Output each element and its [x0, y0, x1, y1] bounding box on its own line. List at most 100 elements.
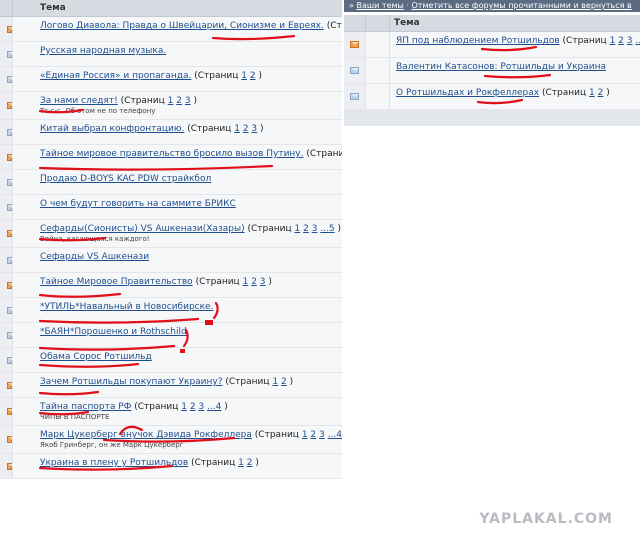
topic-pages: (Страниц 1 2 3 ) [120, 96, 198, 106]
page-link[interactable]: 1 [302, 430, 308, 440]
table-row: О чем будут говорить на саммите БРИКС [0, 195, 342, 220]
table-row: Продаю D-BOYS KAC PDW страйкбол [0, 170, 342, 195]
table-row: Сефарды(Сионисты) VS Ашкенази(Хазары) (С… [0, 220, 342, 248]
page-link[interactable]: ...5 [635, 36, 640, 46]
page-link[interactable]: ...4 [328, 430, 342, 440]
page-link[interactable]: 1 [610, 36, 616, 46]
page-link[interactable]: 3 [627, 36, 633, 46]
page-link[interactable]: 2 [618, 36, 624, 46]
topic-status-icon [7, 153, 16, 161]
table-row: О Ротшильдах и Рокфеллерах (Страниц 1 2 … [344, 84, 640, 110]
page-link[interactable]: 1 [243, 277, 249, 287]
watermark-logo: YAPLAKAL.COM [479, 511, 613, 527]
topic-link[interactable]: Тайное Мировое Правительство [40, 277, 193, 287]
topic-link[interactable]: Продаю D-BOYS KAC PDW страйкбол [40, 174, 211, 184]
page-link[interactable]: 1 [238, 458, 244, 468]
page-link[interactable]: 1 [294, 224, 300, 234]
table-header: Тема [344, 15, 640, 32]
topic-pages: (Страниц 1 2 3 ) [195, 277, 272, 287]
topic-link[interactable]: Сефарды VS Ашкенази [40, 252, 149, 262]
page-link[interactable]: ...5 [320, 224, 334, 234]
topic-pages: (Страниц [324, 21, 342, 31]
topic-link[interactable]: *УТИЛЬ*Навальный в Новосибирске. [40, 302, 213, 312]
topic-link[interactable]: Тайное мировое правительство бросило выз… [40, 149, 304, 159]
topic-status-icon [350, 93, 359, 100]
pages-label: (Страниц [134, 402, 179, 412]
topic-link[interactable]: О Ротшильдах и Рокфеллерах [396, 88, 539, 98]
page-link[interactable]: 1 [168, 96, 174, 106]
topic-description: Война, касающаяся каждого! [40, 235, 150, 243]
page-link[interactable]: 3 [251, 124, 257, 134]
table-row: Зачем Ротшильды покупают Украину? (Стран… [0, 373, 342, 398]
topic-link[interactable]: Тайна паспорта РФ [40, 402, 131, 412]
page-link[interactable]: ...4 [207, 402, 221, 412]
topic-status-icon [7, 331, 16, 339]
topic-link[interactable]: Обама Сорос Ротшильд [40, 352, 152, 362]
topic-link[interactable]: *БАЯН*Порошенко и Rothschild [40, 327, 187, 337]
topic-status-icon [7, 25, 16, 33]
page-link[interactable]: 2 [598, 88, 604, 98]
breadcrumb-bullet: » [349, 1, 354, 10]
page-link[interactable]: 2 [247, 458, 253, 468]
table-row: ЯП под наблюдением Ротшильдов (Страниц 1… [344, 32, 640, 58]
page-link[interactable]: 3 [260, 277, 266, 287]
page-link[interactable]: 1 [181, 402, 187, 412]
topic-pages: (Страниц 1 2 3 ...4 ) [252, 430, 342, 440]
page-link[interactable]: 2 [190, 402, 196, 412]
page-link[interactable]: 1 [589, 88, 595, 98]
topic-link[interactable]: «Единая Россия» и пропаганда. [40, 71, 191, 81]
pages-label: (Страниц [306, 149, 342, 159]
page-link[interactable]: 2 [243, 124, 249, 134]
topic-pages: (Страниц 1 2 ) [191, 458, 259, 468]
topic-status-icon [350, 67, 359, 74]
topic-link[interactable]: Украина в плену у Ротшильдов [40, 458, 188, 468]
page-link[interactable]: 1 [234, 124, 240, 134]
page-link[interactable]: 2 [251, 277, 257, 287]
topic-pages: (Страниц 1 2 ) [225, 377, 294, 387]
table-row: Логово Диавола: Правда о Швейцарии, Сион… [0, 17, 342, 42]
page-link[interactable]: 2 [281, 377, 287, 387]
table-row: Валентин Катасонов: Ротшильды и Украина [344, 58, 640, 84]
topic-link[interactable]: Русская народная музыка. [40, 46, 166, 56]
mark-all-read-link[interactable]: Отметить все форумы прочитанными и верну… [411, 1, 631, 10]
topic-description: Тс-с-с. Об этом не по телефону [40, 107, 156, 115]
topic-link[interactable]: Марк Цукерберг внучок Дэвида Рокфеллера [40, 430, 252, 440]
topic-status-icon [7, 128, 16, 136]
table-row: *БАЯН*Порошенко и Rothschild [0, 323, 342, 348]
page-link[interactable]: 3 [319, 430, 325, 440]
topic-link[interactable]: Сефарды(Сионисты) VS Ашкенази(Хазары) [40, 224, 245, 234]
table-row: Русская народная музыка. [0, 42, 342, 67]
table-row: Тайное Мировое Правительство (Страниц 1 … [0, 273, 342, 298]
pages-label: (Страниц [326, 21, 342, 31]
page-link[interactable]: 2 [176, 96, 182, 106]
topic-link[interactable]: Логово Диавола: Правда о Швейцарии, Сион… [40, 21, 324, 31]
topic-pages: (Страниц 1 2 3 ...5 ) [560, 36, 640, 46]
topic-link[interactable]: О чем будут говорить на саммите БРИКС [40, 199, 236, 209]
page-link[interactable]: 2 [250, 71, 256, 81]
topic-pages: (Страниц 1 2 3 ...5 ) [247, 224, 342, 234]
page-link[interactable]: 3 [198, 402, 204, 412]
pages-label: (Страниц [187, 124, 232, 134]
topic-status-icon [7, 178, 16, 186]
topic-link[interactable]: ЯП под наблюдением Ротшильдов [396, 36, 560, 46]
column-header-topic: Тема [394, 18, 420, 28]
page-link[interactable]: 1 [272, 377, 278, 387]
topic-link[interactable]: Зачем Ротшильды покупают Украину? [40, 377, 223, 387]
topic-status-icon [7, 356, 16, 364]
page-link[interactable]: 3 [312, 224, 318, 234]
topic-link[interactable]: Валентин Катасонов: Ротшильды и Украина [396, 62, 606, 72]
page-link[interactable]: 2 [310, 430, 316, 440]
topic-link[interactable]: Китай выбрал конфронтацию. [40, 124, 184, 134]
topic-description: ЧИПЫ В ПАСПОРТЕ [40, 413, 110, 421]
topic-pages: (Страниц 1 2 3 ...4 ) [134, 402, 228, 412]
page-link[interactable]: 3 [185, 96, 191, 106]
page-link[interactable]: 2 [303, 224, 309, 234]
topic-status-icon [7, 408, 16, 415]
topic-pages: (Страниц 1 2 ) [194, 71, 262, 81]
page-link[interactable]: 1 [241, 71, 247, 81]
table-row: Марк Цукерберг внучок Дэвида Рокфеллера … [0, 426, 342, 454]
pages-label: (Страниц [254, 430, 299, 440]
breadcrumb-your-topics-link[interactable]: Ваши темы [356, 1, 403, 10]
topic-status-icon [7, 75, 16, 83]
topic-link[interactable]: За нами следят! [40, 96, 118, 106]
